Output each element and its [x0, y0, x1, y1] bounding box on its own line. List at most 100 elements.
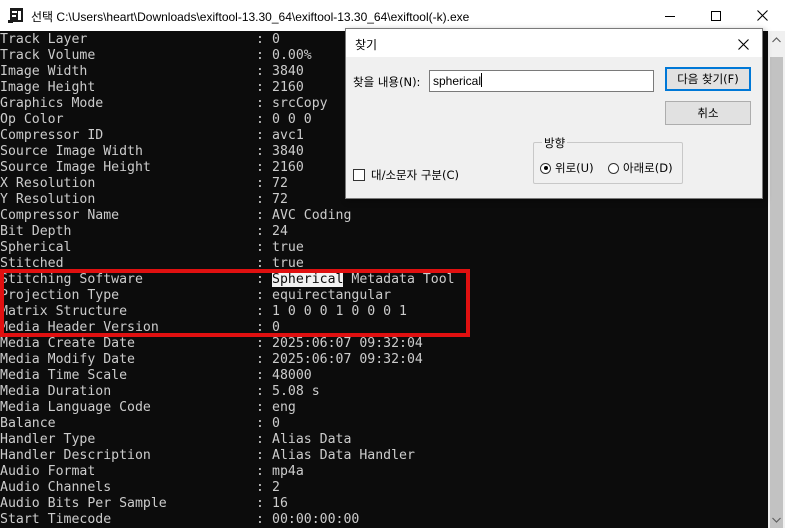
find-next-button[interactable]: 다음 찾기(F)	[665, 67, 751, 91]
tag-name: Bit Depth	[0, 224, 72, 239]
separator-colon: :	[256, 384, 264, 399]
cancel-button[interactable]: 취소	[665, 101, 751, 125]
tag-value: 3840	[272, 64, 304, 79]
separator-colon: :	[256, 192, 264, 207]
separator-colon: :	[256, 496, 264, 511]
find-dialog-titlebar[interactable]: 찾기	[346, 29, 762, 57]
tag-value: Spherical Metadata Tool	[272, 272, 455, 288]
text-caret	[481, 73, 483, 87]
tag-name: Media Modify Date	[0, 352, 135, 367]
tag-name: Compressor ID	[0, 128, 104, 143]
window-title: 선택 C:\Users\heart\Downloads\exiftool-13.…	[31, 10, 470, 24]
tag-name: Spherical	[0, 240, 72, 255]
separator-colon: :	[256, 144, 264, 159]
direction-up-label: 위로(U)	[555, 161, 594, 175]
tag-name: Handler Description	[0, 448, 151, 463]
minimize-icon	[665, 15, 675, 17]
separator-colon: :	[256, 176, 264, 191]
separator-colon: :	[256, 352, 264, 367]
separator-colon: :	[256, 272, 264, 287]
tag-value: 72	[272, 192, 288, 207]
window-titlebar[interactable]: 선택 C:\Users\heart\Downloads\exiftool-13.…	[0, 0, 785, 31]
tag-value: eng	[272, 400, 296, 415]
separator-colon: :	[256, 80, 264, 95]
match-case-checkbox[interactable]	[353, 169, 365, 181]
direction-up-option[interactable]: 위로(U)	[540, 160, 594, 176]
separator-colon: :	[256, 368, 264, 383]
tag-value: equirectangular	[272, 288, 392, 303]
separator-colon: :	[256, 256, 264, 271]
tag-value: 0	[272, 320, 280, 335]
tag-name: Image Width	[0, 64, 88, 79]
scrollbar-thumb[interactable]	[770, 57, 783, 528]
tag-value: srcCopy	[272, 96, 328, 111]
tag-name: Media Create Date	[0, 336, 135, 351]
tag-name: Stitching Software	[0, 272, 143, 287]
close-button[interactable]	[739, 0, 785, 31]
tag-value: 2	[272, 480, 280, 495]
scroll-up-button[interactable]	[768, 31, 785, 48]
tag-value: true	[272, 256, 304, 271]
tag-name: Stitched	[0, 256, 64, 271]
tag-value: 00:00:00:00	[272, 512, 360, 527]
tag-value: 0	[272, 32, 280, 47]
tag-name: Graphics Mode	[0, 96, 104, 111]
vertical-scrollbar[interactable]	[768, 31, 785, 528]
tag-value: 1 0 0 0 1 0 0 0 1	[272, 304, 407, 319]
tag-name: Op Color	[0, 112, 64, 127]
separator-colon: :	[256, 336, 264, 351]
tag-name: Projection Type	[0, 288, 120, 303]
tag-name: Audio Bits Per Sample	[0, 496, 167, 511]
tag-value: 2025:06:07 09:32:04	[272, 352, 423, 367]
maximize-button[interactable]	[693, 0, 739, 31]
separator-colon: :	[256, 48, 264, 63]
scroll-down-button[interactable]	[768, 511, 785, 528]
match-case-option[interactable]: 대/소문자 구분(C)	[353, 167, 459, 183]
chevron-down-icon	[772, 517, 781, 523]
tag-name: Start Timecode	[0, 512, 112, 527]
separator-colon: :	[256, 416, 264, 431]
tag-value-rest: Metadata Tool	[343, 272, 455, 287]
direction-down-option[interactable]: 아래로(D)	[608, 160, 673, 176]
tag-name: Media Duration	[0, 384, 112, 399]
direction-down-radio[interactable]	[608, 162, 619, 174]
tag-value: mp4a	[272, 464, 304, 479]
match-case-label: 대/소문자 구분(C)	[371, 168, 460, 182]
separator-colon: :	[256, 512, 264, 527]
tag-value: 48000	[272, 368, 312, 383]
tag-value: 24	[272, 224, 288, 239]
direction-up-radio[interactable]	[540, 162, 551, 174]
separator-colon: :	[256, 128, 264, 143]
tag-name: Source Image Width	[0, 144, 143, 159]
tag-value: 2160	[272, 80, 304, 95]
tag-name: Track Layer	[0, 32, 88, 47]
find-dialog-title: 찾기	[355, 38, 378, 52]
tag-value: avc1	[272, 128, 304, 143]
tag-value: 0.00%	[272, 48, 312, 63]
separator-colon: :	[256, 32, 264, 47]
find-dialog-close-button[interactable]	[728, 33, 758, 55]
separator-colon: :	[256, 304, 264, 319]
direction-group: 방향 위로(U) 아래로(D)	[533, 135, 683, 184]
tag-value: Alias Data Handler	[272, 448, 415, 463]
find-dialog[interactable]: 찾기 찾을 내용(N): spherical 다음 찾기(F) 취소 대/소문자…	[345, 28, 763, 199]
find-what-value: spherical	[433, 74, 482, 88]
separator-colon: :	[256, 160, 264, 175]
separator-colon: :	[256, 240, 264, 255]
tag-name: Source Image Height	[0, 160, 151, 175]
tag-value: 72	[272, 176, 288, 191]
tag-name: Media Time Scale	[0, 368, 128, 383]
tag-value: 2025:06:07 09:32:04	[272, 336, 423, 351]
tag-value: Alias Data	[272, 432, 352, 447]
separator-colon: :	[256, 208, 264, 223]
separator-colon: :	[256, 448, 264, 463]
exiftool-app-icon	[8, 7, 26, 24]
find-what-input[interactable]: spherical	[429, 70, 654, 92]
minimize-button[interactable]	[647, 0, 693, 31]
separator-colon: :	[256, 432, 264, 447]
tag-value: 2160	[272, 160, 304, 175]
tag-value: 0 0 0	[272, 112, 312, 127]
direction-down-label: 아래로(D)	[623, 161, 673, 175]
tag-value: AVC Coding	[272, 208, 352, 223]
search-match-highlight: Spherical	[272, 272, 344, 287]
